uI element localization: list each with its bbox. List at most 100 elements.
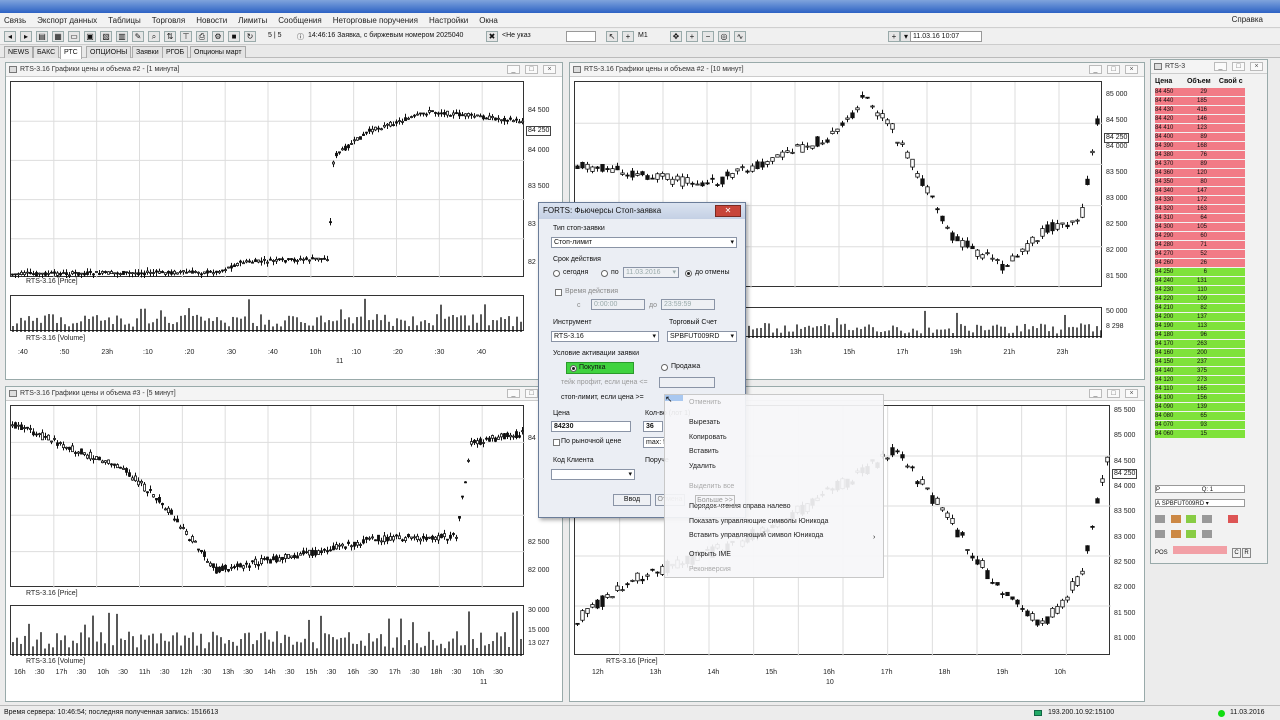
sell-radio[interactable] xyxy=(661,364,668,371)
maximize-button[interactable]: □ xyxy=(1107,65,1120,74)
cursor-icon[interactable]: ↖ xyxy=(606,31,618,42)
tab-news[interactable]: NEWS xyxy=(4,46,33,58)
ask-row[interactable]: 84 400 89 xyxy=(1155,133,1245,141)
tab-orders[interactable]: Заявки xyxy=(132,46,163,58)
interval-selector[interactable]: M1 xyxy=(638,32,648,39)
bid-row[interactable]: 84 150 237 xyxy=(1155,358,1245,366)
price-plot[interactable] xyxy=(10,81,525,278)
sell-button[interactable] xyxy=(1186,530,1197,538)
bid-row[interactable]: 84 070 93 xyxy=(1155,421,1245,429)
cancel-icon[interactable] xyxy=(1227,515,1238,523)
maximize-button[interactable]: □ xyxy=(525,65,538,74)
sell-button[interactable] xyxy=(1186,515,1197,523)
minimize-button[interactable]: _ xyxy=(507,389,520,398)
volume-plot[interactable] xyxy=(10,605,524,656)
zoom-out-icon[interactable]: − xyxy=(702,31,714,42)
zoom-in-icon[interactable]: + xyxy=(686,31,698,42)
take-profit-field[interactable] xyxy=(659,377,715,388)
toolbar-field[interactable] xyxy=(566,31,596,42)
buy-radio[interactable] xyxy=(570,365,577,372)
tab-baks[interactable]: БАКС xyxy=(33,46,60,58)
ask-row[interactable]: 84 420 146 xyxy=(1155,115,1245,123)
chart-datetime[interactable]: 11.03.16 10:07 xyxy=(910,31,982,42)
price-field[interactable]: 84230 xyxy=(551,421,631,432)
menu-item-windows[interactable]: Окна xyxy=(479,16,498,25)
filter-icon[interactable]: ⊤ xyxy=(180,31,192,42)
ask-row[interactable]: 84 300 105 xyxy=(1155,223,1245,231)
bid-row[interactable]: 84 210 82 xyxy=(1155,304,1245,312)
orders-icon[interactable]: ▥ xyxy=(116,31,128,42)
last-message[interactable]: 14:46:16 Заявка, с биржевым номером 2025… xyxy=(308,32,463,39)
menu-item-news[interactable]: Новости xyxy=(196,16,227,25)
tab-rts[interactable]: РТС xyxy=(60,46,82,59)
context-item-select-all[interactable]: Выделить все xyxy=(689,483,734,490)
ask-row[interactable]: 84 450 29 xyxy=(1155,88,1245,96)
bid-row[interactable]: 84 220 109 xyxy=(1155,295,1245,303)
close-position-button[interactable]: C xyxy=(1232,548,1241,558)
back-icon[interactable]: ◂ xyxy=(4,31,16,42)
edit-icon[interactable]: ✎ xyxy=(132,31,144,42)
bid-row[interactable]: 84 190 113 xyxy=(1155,322,1245,330)
ask-row[interactable]: 84 390 168 xyxy=(1155,142,1245,150)
tab-options[interactable]: ОПЦИОНЫ xyxy=(86,46,132,58)
ask-row[interactable]: 84 410 123 xyxy=(1155,124,1245,132)
search-icon[interactable]: ⌕ xyxy=(148,31,160,42)
reverse-position-button[interactable]: R xyxy=(1242,548,1251,558)
maximize-button[interactable]: □ xyxy=(1107,389,1120,398)
client-code-select[interactable] xyxy=(551,469,635,480)
context-item-open-ime[interactable]: Открыть IME xyxy=(689,551,731,558)
add-icon[interactable]: + xyxy=(888,31,900,42)
context-item-show-unicode[interactable]: Показать управляющие символы Юникода xyxy=(689,518,828,525)
term-date-field[interactable]: 11.03.2016 xyxy=(623,267,679,278)
minimize-button[interactable]: _ xyxy=(1214,62,1227,71)
menu-item-settings[interactable]: Настройки xyxy=(429,16,468,25)
bid-row[interactable]: 84 160 200 xyxy=(1155,349,1245,357)
time-checkbox[interactable] xyxy=(555,289,562,296)
menu-item-help[interactable]: Справка xyxy=(1232,15,1263,24)
term-until-radio[interactable] xyxy=(601,270,608,277)
move-icon[interactable]: ✥ xyxy=(670,31,682,42)
ask-row[interactable]: 84 270 52 xyxy=(1155,250,1245,258)
ask-row[interactable]: 84 360 120 xyxy=(1155,169,1245,177)
close-button[interactable]: × xyxy=(543,65,556,74)
table-icon[interactable]: ▦ xyxy=(52,31,64,42)
term-cancel-radio[interactable] xyxy=(685,270,692,277)
maximize-button[interactable]: □ xyxy=(525,389,538,398)
save-icon[interactable]: ▣ xyxy=(84,31,96,42)
type-select[interactable]: Стоп-лимит xyxy=(551,237,737,248)
account-select[interactable]: SPBFUT009RD xyxy=(667,331,737,342)
context-item-cut[interactable]: Вырезать xyxy=(689,419,720,426)
price-plot[interactable] xyxy=(10,405,525,588)
crosshair-icon[interactable]: + xyxy=(622,31,634,42)
account-select[interactable]: A SPBFUT009RD ▾ xyxy=(1155,499,1245,507)
ask-row[interactable]: 84 280 71 xyxy=(1155,241,1245,249)
market-price-checkbox[interactable] xyxy=(553,439,560,446)
menu-item-messages[interactable]: Сообщения xyxy=(278,16,321,25)
print-icon[interactable]: ⎙ xyxy=(196,31,208,42)
more-button[interactable]: Больше >> xyxy=(695,495,735,507)
close-button[interactable]: × xyxy=(1125,389,1138,398)
bid-row[interactable]: 84 140 375 xyxy=(1155,367,1245,375)
grey-button[interactable] xyxy=(1155,515,1165,523)
instrument-select[interactable]: RTS-3.16 xyxy=(551,331,659,342)
price-input[interactable]: P Q: 1 xyxy=(1155,485,1245,493)
grey-button[interactable] xyxy=(1202,530,1213,538)
quantity-field[interactable]: 36 xyxy=(643,421,663,432)
ask-row[interactable]: 84 340 147 xyxy=(1155,187,1245,195)
menu-item-connection[interactable]: Связь xyxy=(4,16,26,25)
volume-plot[interactable] xyxy=(10,295,524,332)
context-item-copy[interactable]: Копировать xyxy=(689,434,727,441)
ask-row[interactable]: 84 440 185 xyxy=(1155,97,1245,105)
menu-item-trading[interactable]: Торговля xyxy=(152,16,185,25)
disconnect-icon[interactable]: ✖ xyxy=(486,31,498,42)
client-selector[interactable]: <Не указ xyxy=(502,32,531,39)
buy-button[interactable] xyxy=(1170,515,1181,523)
chart-icon[interactable]: ▧ xyxy=(100,31,112,42)
window-icon[interactable]: ▭ xyxy=(68,31,80,42)
bid-row[interactable]: 84 090 139 xyxy=(1155,403,1245,411)
sort-icon[interactable]: ⇅ xyxy=(164,31,176,42)
bid-row[interactable]: 84 230 110 xyxy=(1155,286,1245,294)
time-from-field[interactable]: 0:00:00 xyxy=(591,299,645,310)
dialog-close-button[interactable]: ✕ xyxy=(715,205,741,217)
menu-item-limits[interactable]: Лимиты xyxy=(238,16,267,25)
